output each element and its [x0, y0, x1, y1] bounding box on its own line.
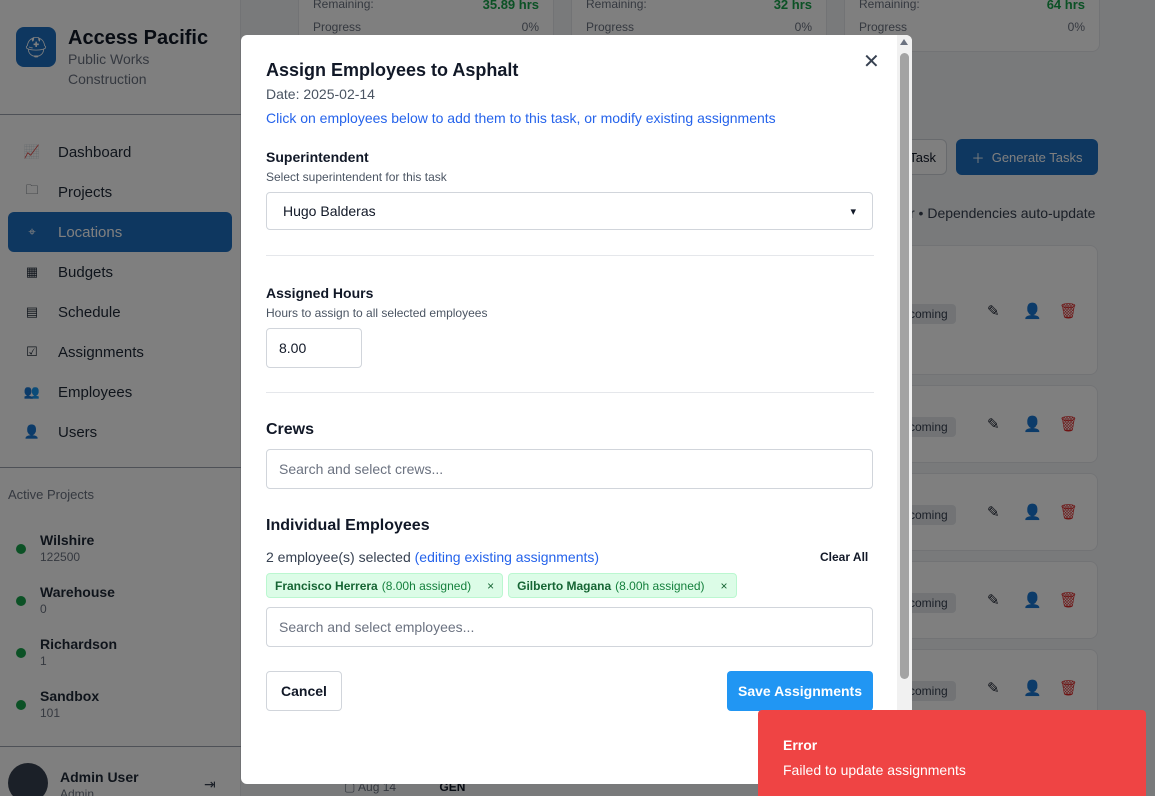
superintendent-value: Hugo Balderas — [283, 203, 376, 219]
divider — [266, 392, 874, 393]
selected-count: 2 employee(s) selected (editing existing… — [266, 549, 599, 565]
divider — [266, 255, 874, 256]
clear-all-button[interactable]: Clear All — [820, 550, 868, 564]
remove-chip-icon[interactable]: × — [487, 579, 494, 593]
scrollbar[interactable] — [897, 35, 912, 784]
remove-chip-icon[interactable]: × — [721, 579, 728, 593]
crews-search-input[interactable]: Search and select crews... — [266, 449, 873, 489]
superintendent-select[interactable]: Hugo Balderas ▾ — [266, 192, 873, 230]
superintendent-sublabel: Select superintendent for this task — [266, 170, 447, 184]
editing-note: (editing existing assignments) — [414, 549, 600, 565]
employee-hours: (8.00h assigned) — [615, 578, 705, 593]
modal-title: Assign Employees to Asphalt — [266, 60, 519, 80]
scroll-thumb[interactable] — [900, 53, 909, 679]
employees-search-input[interactable]: Search and select employees... — [266, 607, 873, 647]
employee-name: Francisco Herrera — [275, 578, 378, 593]
chevron-down-icon: ▾ — [850, 205, 856, 218]
employee-chip: Francisco Herrera (8.00h assigned) × — [266, 573, 504, 598]
save-assignments-button[interactable]: Save Assignments — [727, 671, 873, 711]
selected-employees: Francisco Herrera (8.00h assigned) × Gil… — [266, 573, 737, 598]
employee-name: Gilberto Magana — [517, 578, 612, 593]
close-icon[interactable]: ✕ — [863, 49, 880, 74]
hours-label: Assigned Hours — [266, 285, 374, 301]
scroll-up-icon[interactable] — [900, 39, 908, 45]
hours-sublabel: Hours to assign to all selected employee… — [266, 306, 488, 320]
superintendent-label: Superintendent — [266, 149, 369, 165]
toast-title: Error — [783, 737, 818, 753]
modal-hint: Click on employees below to add them to … — [266, 110, 776, 126]
error-toast: Error Failed to update assignments — [758, 710, 1146, 796]
cancel-button[interactable]: Cancel — [266, 671, 342, 711]
employee-chip: Gilberto Magana (8.00h assigned) × — [508, 573, 737, 598]
toast-message: Failed to update assignments — [783, 762, 966, 778]
modal-date: Date: 2025-02-14 — [266, 86, 375, 102]
selected-count-text: 2 employee(s) selected — [266, 549, 411, 565]
employees-label: Individual Employees — [266, 517, 430, 534]
crews-label: Crews — [266, 421, 315, 438]
employee-hours: (8.00h assigned) — [381, 578, 472, 593]
assign-employees-modal: Assign Employees to Asphalt Date: 2025-0… — [241, 35, 912, 784]
hours-input[interactable]: 8.00 — [266, 328, 362, 368]
